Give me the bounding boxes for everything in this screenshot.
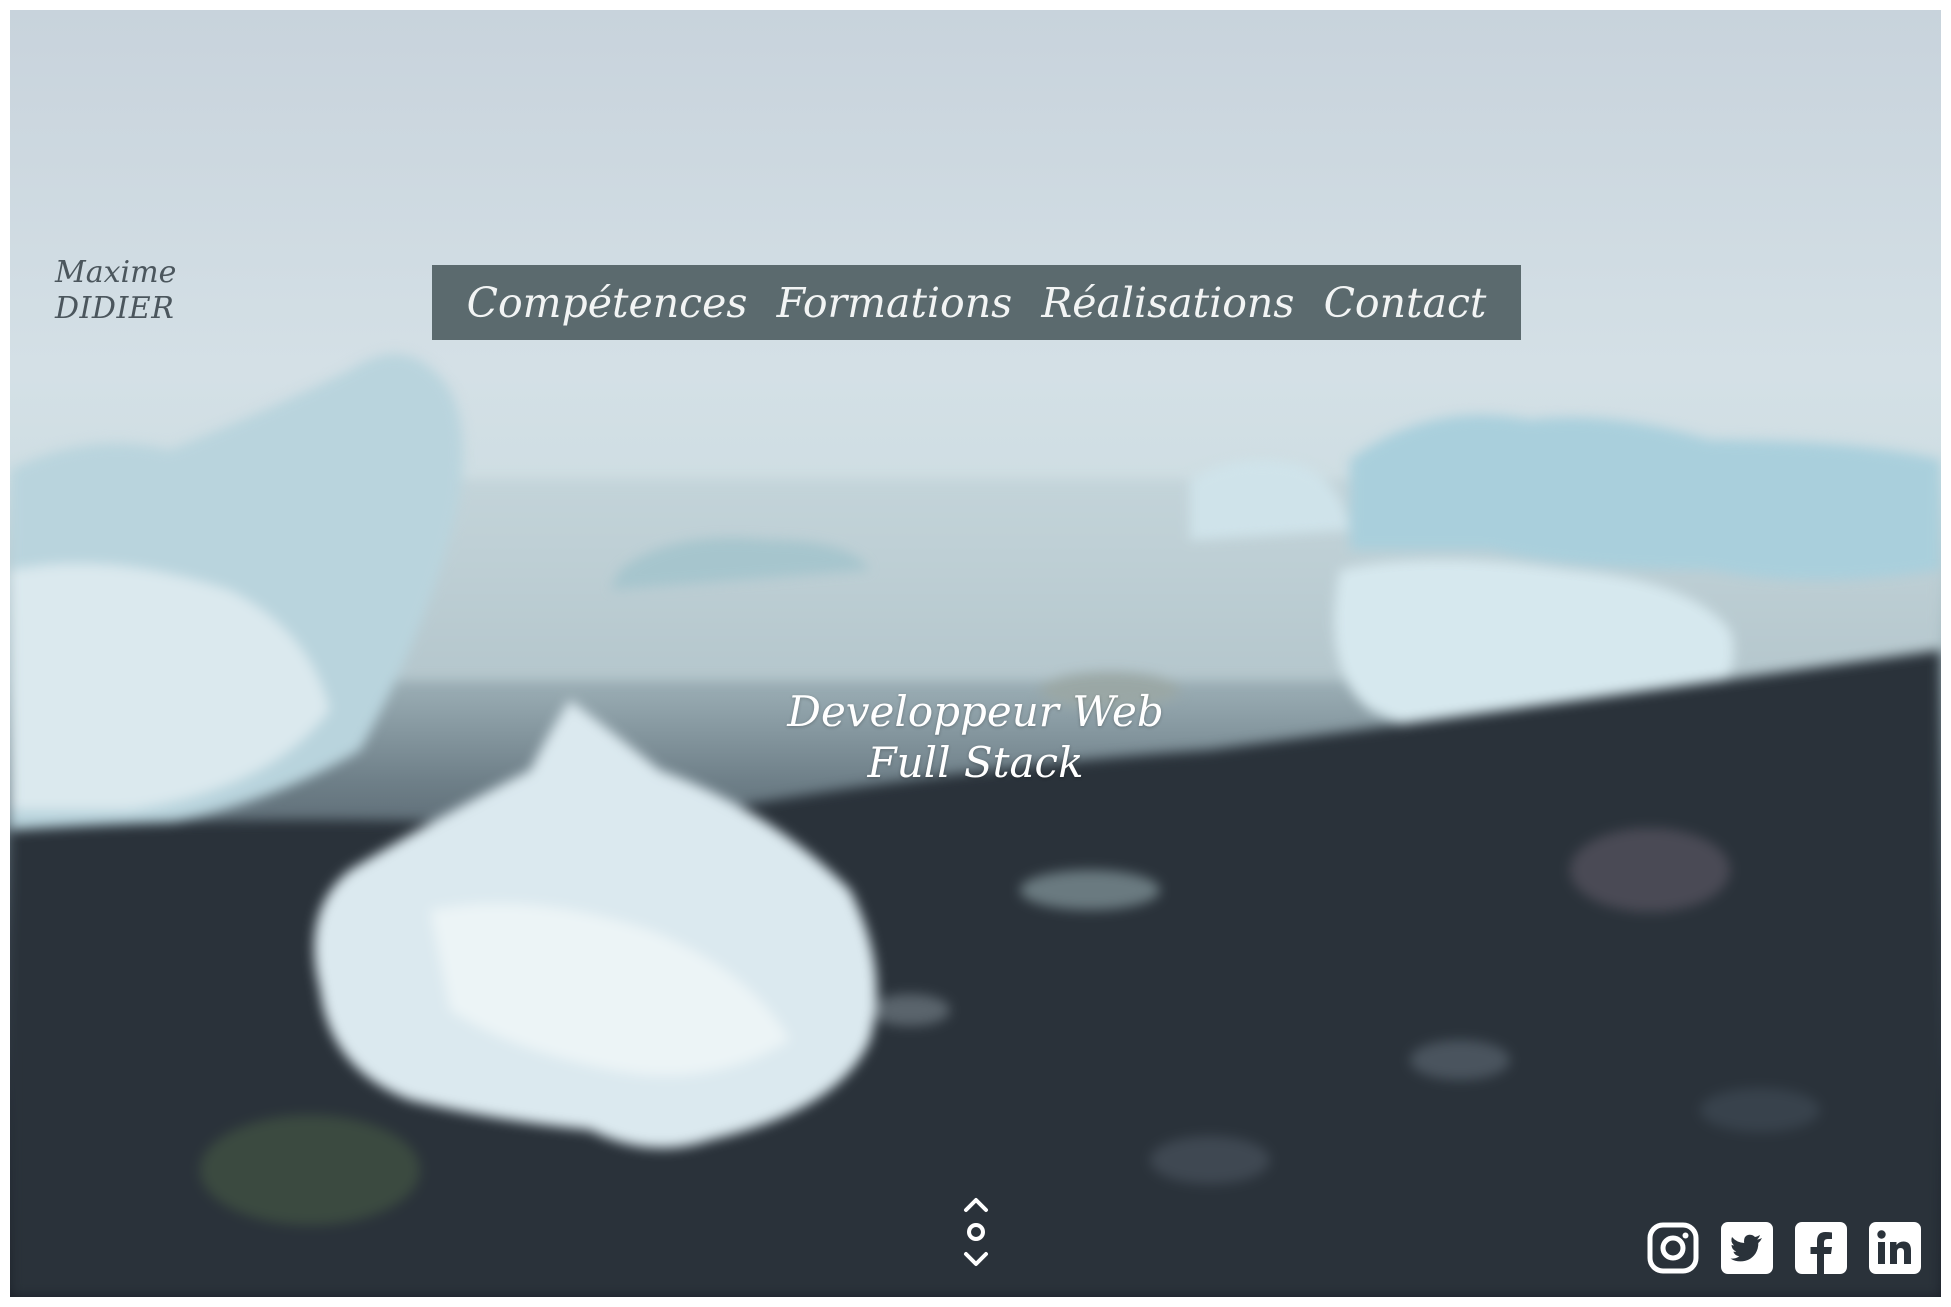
- tagline-line-1: Developpeur Web: [787, 687, 1164, 736]
- facebook-icon[interactable]: [1795, 1222, 1847, 1274]
- nav-item-competences[interactable]: Compétences: [467, 279, 748, 327]
- hero-background-image: [10, 10, 1941, 1297]
- instagram-icon[interactable]: [1647, 1222, 1699, 1274]
- scroll-indicator-icon[interactable]: [956, 1192, 996, 1272]
- social-links: [1647, 1222, 1921, 1274]
- nav-item-realisations[interactable]: Réalisations: [1041, 279, 1294, 327]
- main-navigation: Compétences Formations Réalisations Cont…: [432, 265, 1521, 340]
- ice-beach-photo: [10, 354, 1941, 1297]
- first-name: Maxime: [55, 255, 177, 290]
- nav-item-contact[interactable]: Contact: [1324, 279, 1487, 327]
- linkedin-icon[interactable]: [1869, 1222, 1921, 1274]
- page: Maxime DIDIER Compétences Formations Réa…: [0, 0, 1951, 1307]
- last-name: DIDIER: [55, 291, 175, 326]
- twitter-icon[interactable]: [1721, 1222, 1773, 1274]
- tagline-line-2: Full Stack: [867, 738, 1084, 787]
- nav-item-formations[interactable]: Formations: [777, 279, 1013, 327]
- site-logo-name[interactable]: Maxime DIDIER: [55, 255, 176, 327]
- hero-tagline: Developpeur Web Full Stack: [0, 686, 1951, 788]
